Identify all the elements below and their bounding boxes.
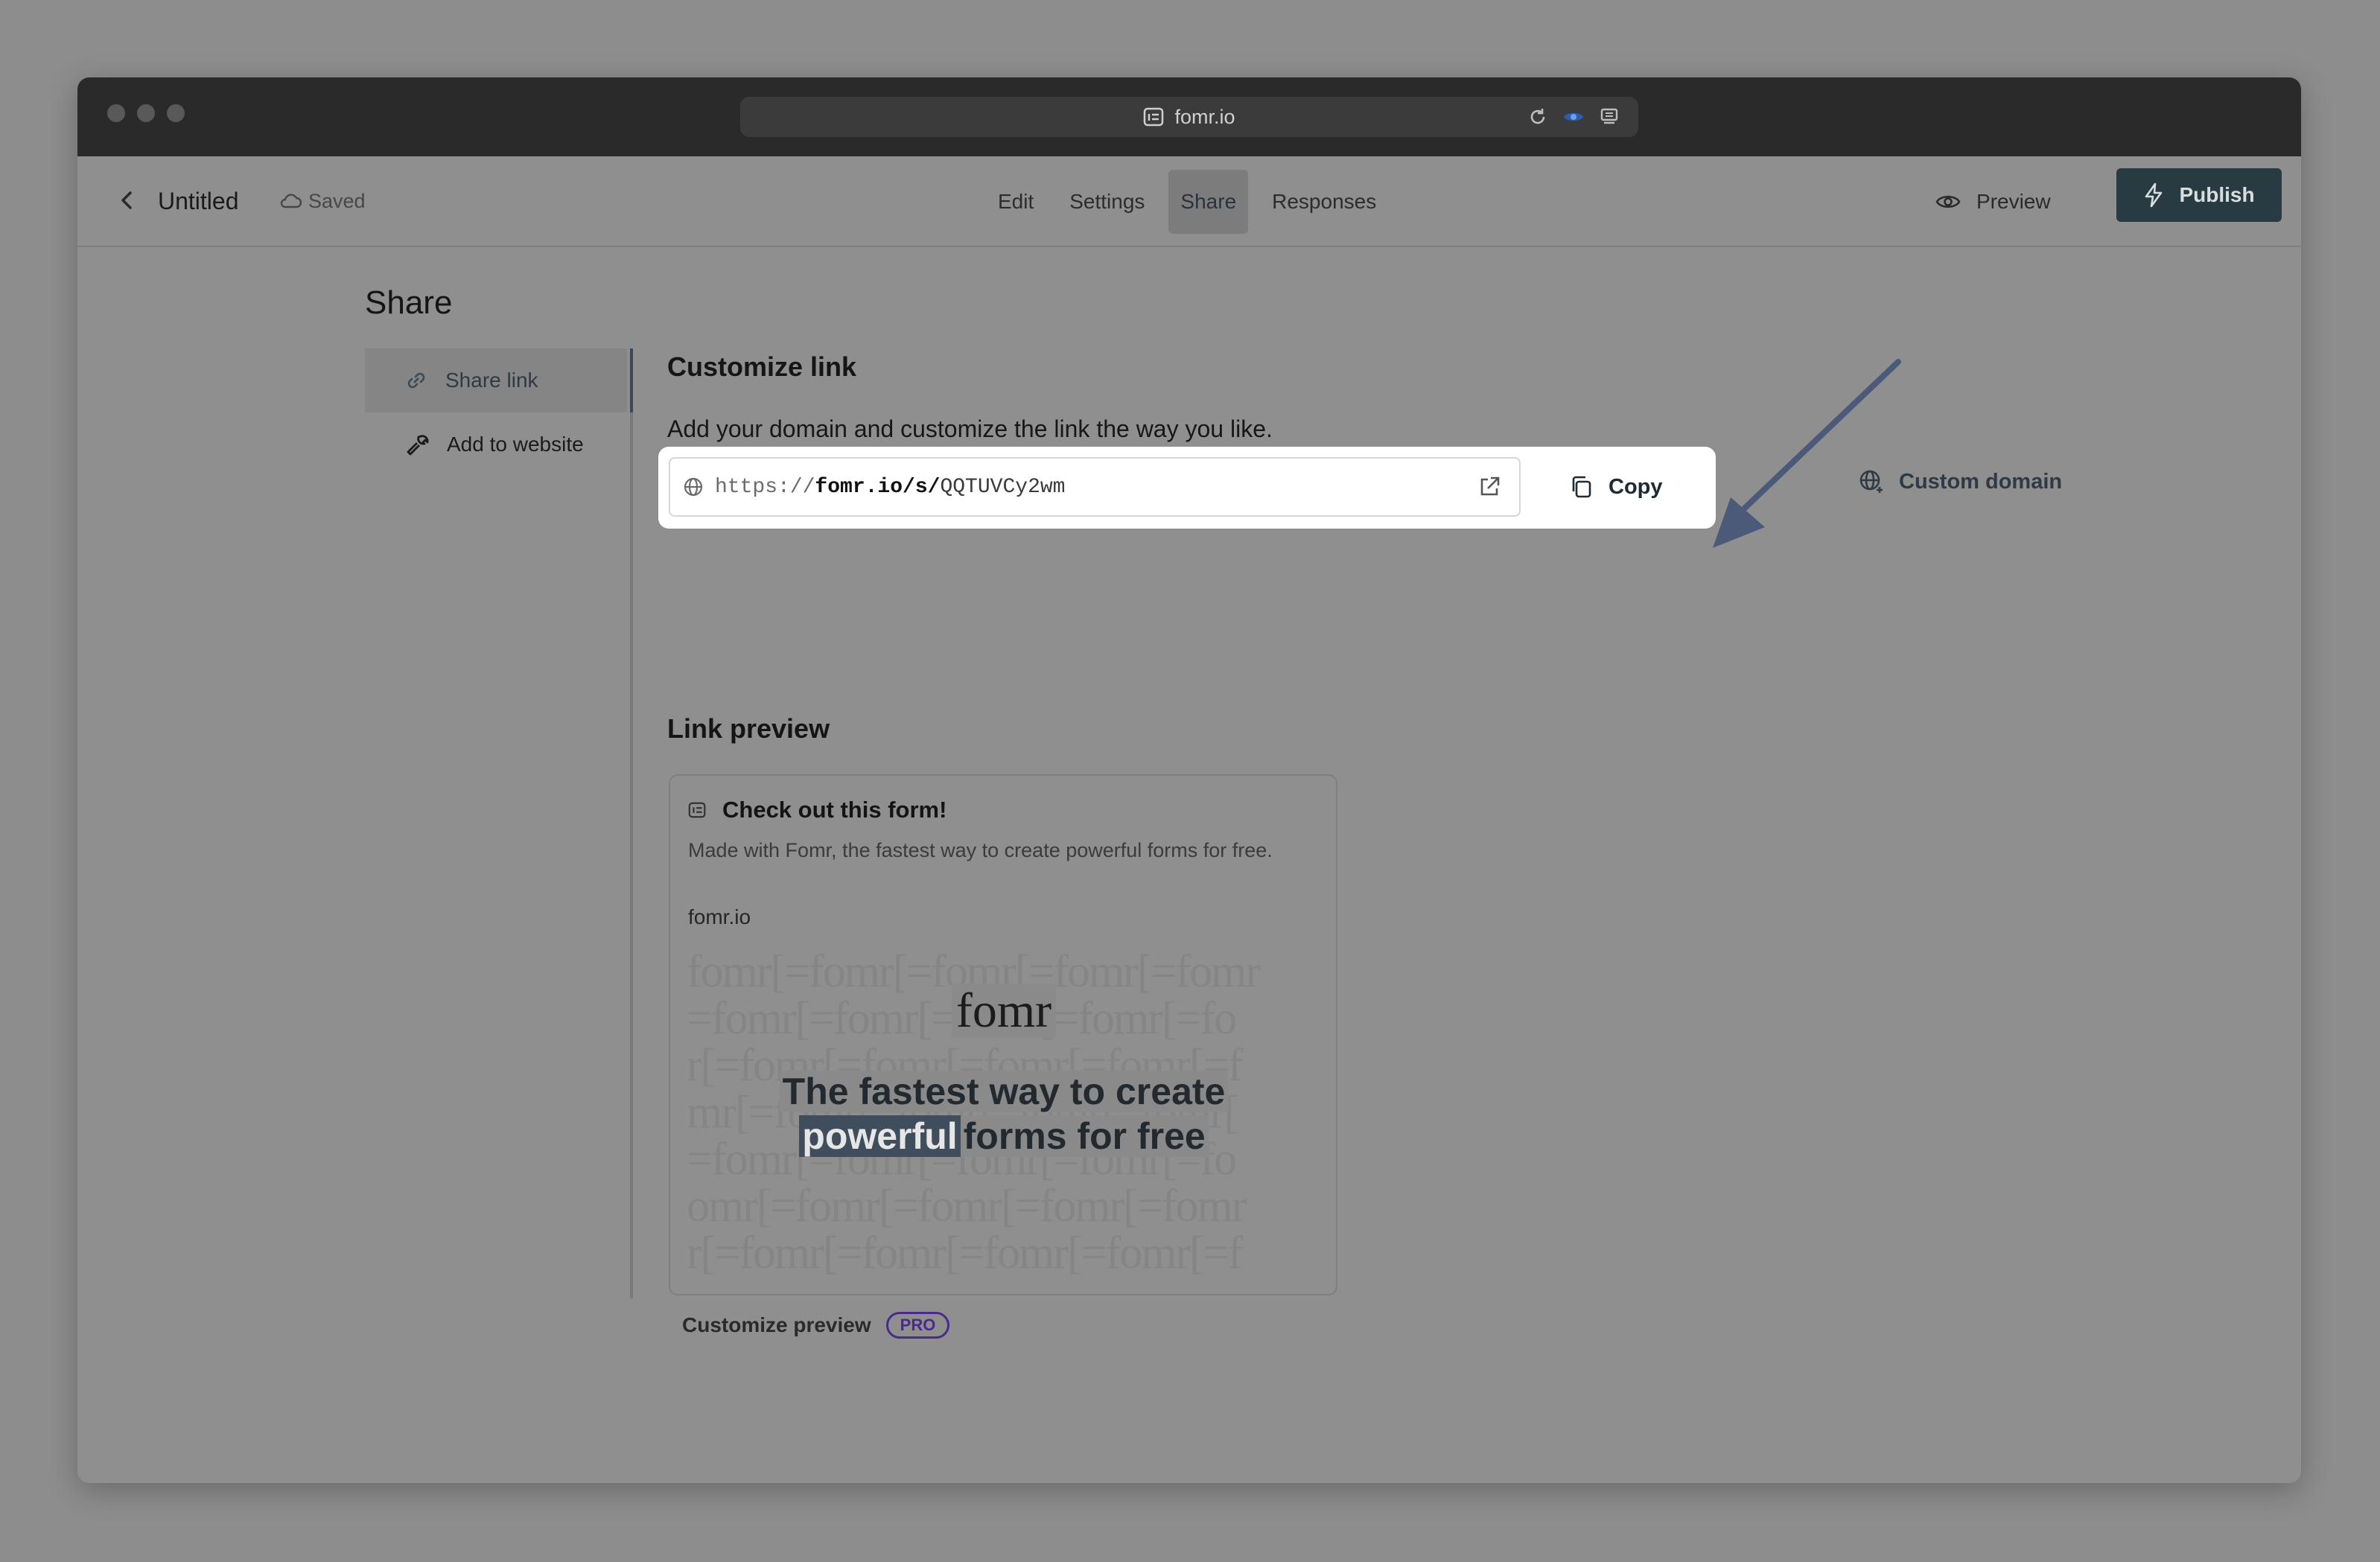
open-external-icon[interactable]: [1476, 474, 1503, 507]
sidebar-item-add-to-website[interactable]: Add to website: [365, 412, 627, 476]
maximize-window-button[interactable]: [167, 104, 185, 122]
tab-settings[interactable]: Settings: [1057, 170, 1156, 234]
sidebar-item-label: Share link: [445, 369, 538, 392]
main-tabs: Edit Settings Share Responses: [986, 170, 1388, 234]
publish-button[interactable]: Publish: [2116, 168, 2282, 222]
reader-view-icon[interactable]: [1600, 107, 1619, 130]
sidebar-item-share-link[interactable]: Share link: [365, 348, 627, 412]
preview-card-description: Made with Fomr, the fastest way to creat…: [688, 839, 1273, 861]
sidebar-divider: [630, 348, 633, 1298]
browser-window: fomr.io Untitled Saved Edit Settings Sha…: [77, 77, 2301, 1483]
customize-link-title: Customize link: [667, 351, 857, 382]
close-window-button[interactable]: [107, 104, 125, 122]
custom-domain-label: Custom domain: [1899, 469, 2063, 494]
sidebar-item-label: Add to website: [447, 433, 584, 456]
preview-card-title-text: Check out this form!: [722, 797, 947, 823]
lightning-icon: [2145, 182, 2163, 208]
document-title[interactable]: Untitled: [158, 156, 239, 246]
save-status-label: Saved: [308, 190, 366, 212]
eye-extension-icon[interactable]: [1562, 109, 1585, 129]
address-bar[interactable]: fomr.io: [740, 97, 1638, 137]
fomr-logo-text: fomr: [951, 984, 1057, 1038]
minimize-window-button[interactable]: [137, 104, 155, 122]
tab-share[interactable]: Share: [1168, 170, 1249, 234]
site-favicon-icon: [1144, 107, 1164, 127]
link-icon: [407, 372, 425, 389]
preview-button-label: Preview: [1976, 190, 2051, 213]
customize-preview-label: Customize preview: [682, 1313, 871, 1336]
link-highlight-box: https://fomr.io/s/QQTUVCy2wm Copy: [658, 447, 1716, 529]
link-host: fomr.io/s/: [815, 475, 941, 499]
reload-icon[interactable]: [1528, 107, 1547, 130]
cloud-icon: [280, 194, 302, 208]
headline-highlight: powerful: [799, 1115, 961, 1157]
eye-icon: [1935, 195, 1961, 208]
tab-edit[interactable]: Edit: [986, 170, 1046, 234]
customize-link-description: Add your domain and customize the link t…: [667, 415, 1273, 442]
pro-badge: PRO: [885, 1312, 950, 1339]
browser-titlebar: fomr.io: [77, 77, 2301, 156]
annotation-arrow: [1713, 359, 1901, 548]
publish-button-label: Publish: [2179, 183, 2255, 206]
link-preview-card: Check out this form! Made with Fomr, the…: [669, 774, 1337, 1295]
tab-responses[interactable]: Responses: [1260, 170, 1388, 234]
wrench-icon: [407, 435, 429, 456]
headline-line-1: The fastest way to create: [779, 1071, 1229, 1112]
address-bar-url: fomr.io: [1174, 106, 1235, 128]
app-header: Untitled Saved Edit Settings Share Respo…: [77, 156, 2301, 247]
globe-icon: [684, 477, 703, 497]
link-slug[interactable]: QQTUVCy2wm: [940, 476, 1065, 499]
copy-button-label: Copy: [1609, 474, 1663, 499]
preview-card-domain: fomr.io: [688, 905, 751, 928]
preview-card-title: Check out this form!: [688, 797, 946, 823]
copy-icon: [1572, 476, 1591, 498]
preview-headline: The fastest way to create powerful forms …: [687, 1069, 1321, 1158]
chevron-left-icon: [121, 191, 132, 209]
sidebar-active-indicator: [630, 348, 633, 412]
customize-preview-button[interactable]: Customize preview PRO: [682, 1312, 950, 1339]
save-status: Saved: [279, 156, 366, 246]
preview-button[interactable]: Preview: [1935, 170, 2051, 234]
headline-rest: forms for free: [960, 1115, 1209, 1157]
link-preview-title: Link preview: [667, 713, 830, 744]
copy-button[interactable]: Copy: [1568, 457, 1687, 517]
share-sidebar: Share link Add to website: [365, 348, 627, 476]
page-title: Share: [365, 284, 453, 321]
back-button[interactable]: [110, 183, 144, 217]
share-page: Share Share link Add to website Customiz…: [77, 247, 2301, 1483]
link-prefix: https://: [715, 475, 815, 499]
preview-card-image: fomr[=fomr[=fomr[=fomr[=fomr=fomr[=fomr[…: [687, 949, 1321, 1284]
fomr-logo: fomr: [687, 983, 1321, 1039]
site-favicon-icon: [688, 802, 706, 818]
share-link-field[interactable]: https://fomr.io/s/QQTUVCy2wm: [669, 457, 1521, 517]
